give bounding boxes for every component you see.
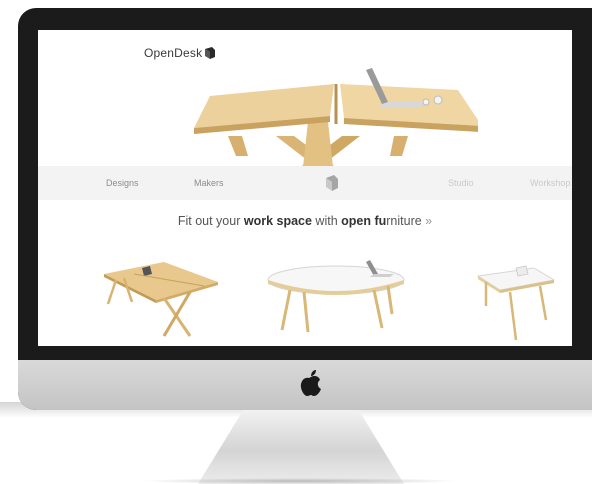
imac-stand	[198, 410, 404, 484]
tagline-part: rniture	[386, 214, 422, 228]
tagline-part: open fu	[341, 214, 387, 228]
nav-makers[interactable]: Makers	[194, 166, 224, 200]
nav-designs[interactable]: Designs	[106, 166, 139, 200]
main-nav: Designs Makers Studio Workshop	[38, 166, 572, 200]
tagline-part: work space	[243, 214, 312, 228]
apple-logo-icon	[300, 370, 321, 396]
stand-shadow	[140, 478, 460, 484]
product-small-white-table[interactable]	[474, 262, 558, 342]
browser-screen: OpenDesk Designs Makers Studio Workshop …	[38, 30, 572, 346]
product-white-desk[interactable]	[264, 258, 410, 338]
opendesk-nav-icon[interactable]	[324, 174, 340, 192]
tagline-part: Fit out your	[177, 214, 244, 228]
imac-monitor: OpenDesk Designs Makers Studio Workshop …	[18, 8, 592, 410]
nav-studio[interactable]: Studio	[448, 166, 474, 200]
tagline-link[interactable]: Fit out your work space with open furnit…	[38, 214, 572, 228]
tagline-part: with	[311, 214, 342, 228]
tagline-arrow: »	[421, 214, 433, 228]
nav-workshop[interactable]: Workshop	[530, 166, 570, 200]
product-wood-desk[interactable]	[94, 252, 224, 342]
